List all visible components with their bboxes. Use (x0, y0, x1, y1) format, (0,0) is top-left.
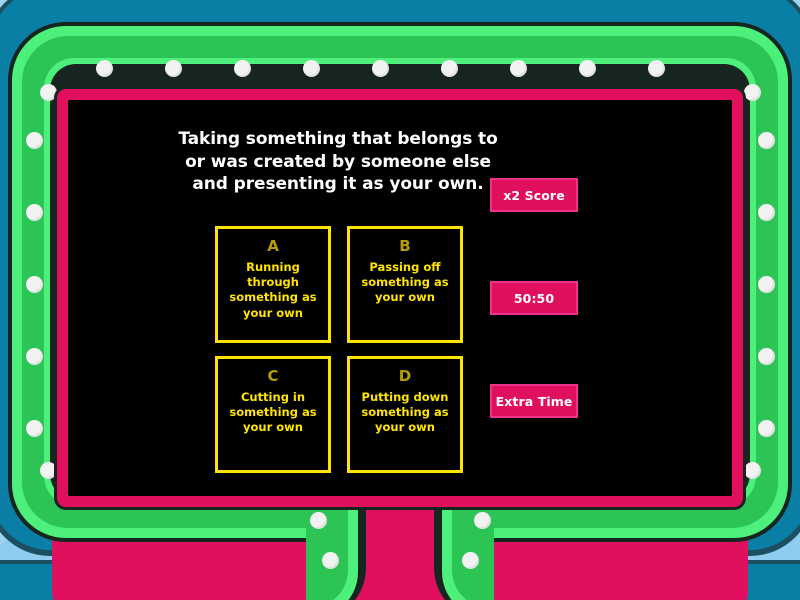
marquee-bulb (25, 203, 43, 221)
answer-letter: A (267, 237, 279, 255)
powerup-extra-time[interactable]: Extra Time (490, 384, 578, 418)
marquee-bulb (302, 59, 320, 77)
answer-option-b[interactable]: B Passing off something as your own (347, 226, 463, 343)
marquee-bulb (509, 59, 527, 77)
answer-option-c[interactable]: C Cutting in something as your own (215, 356, 331, 473)
answer-options: A Running through something as your own B P… (215, 226, 479, 473)
marquee-bulb (309, 511, 327, 529)
marquee-bulb (95, 59, 113, 77)
marquee-bulb (647, 59, 665, 77)
answer-text: Passing off something as your own (361, 260, 449, 305)
game-screen: Taking something that belongs to or was … (68, 100, 732, 496)
marquee-bulb (25, 131, 43, 149)
question-text: Taking something that belongs to or was … (178, 129, 498, 195)
marquee-bulb (757, 131, 775, 149)
marquee-bulb (757, 347, 775, 365)
marquee-bulb (757, 203, 775, 221)
marquee-bulb (233, 59, 251, 77)
powerup-buttons: x2 Score 50:50 Extra Time (490, 178, 586, 418)
marquee-bulb (440, 59, 458, 77)
quiz-game-stage: Taking something that belongs to or was … (0, 0, 800, 600)
marquee-bulb (473, 511, 491, 529)
marquee-bulb (25, 347, 43, 365)
answer-letter: D (398, 367, 412, 385)
answer-text: Running through something as your own (229, 260, 317, 320)
marquee-bulb (743, 461, 761, 479)
answer-option-d[interactable]: D Putting down something as your own (347, 356, 463, 473)
answer-text: Putting down something as your own (361, 390, 449, 435)
marquee-bulb (25, 419, 43, 437)
answer-text: Cutting in something as your own (229, 390, 317, 435)
powerup-50-50[interactable]: 50:50 (490, 281, 578, 315)
marquee-bulb (578, 59, 596, 77)
marquee-bulb (461, 551, 479, 569)
marquee-bulb (743, 83, 761, 101)
marquee-bulb (164, 59, 182, 77)
marquee-bulb (757, 275, 775, 293)
marquee-bulb (371, 59, 389, 77)
marquee-bulb (757, 419, 775, 437)
answer-option-a[interactable]: A Running through something as your own (215, 226, 331, 343)
marquee-bulb (25, 275, 43, 293)
answer-letter: B (399, 237, 411, 255)
marquee-bulb (321, 551, 339, 569)
answer-letter: C (267, 367, 279, 385)
powerup-x2-score[interactable]: x2 Score (490, 178, 578, 212)
